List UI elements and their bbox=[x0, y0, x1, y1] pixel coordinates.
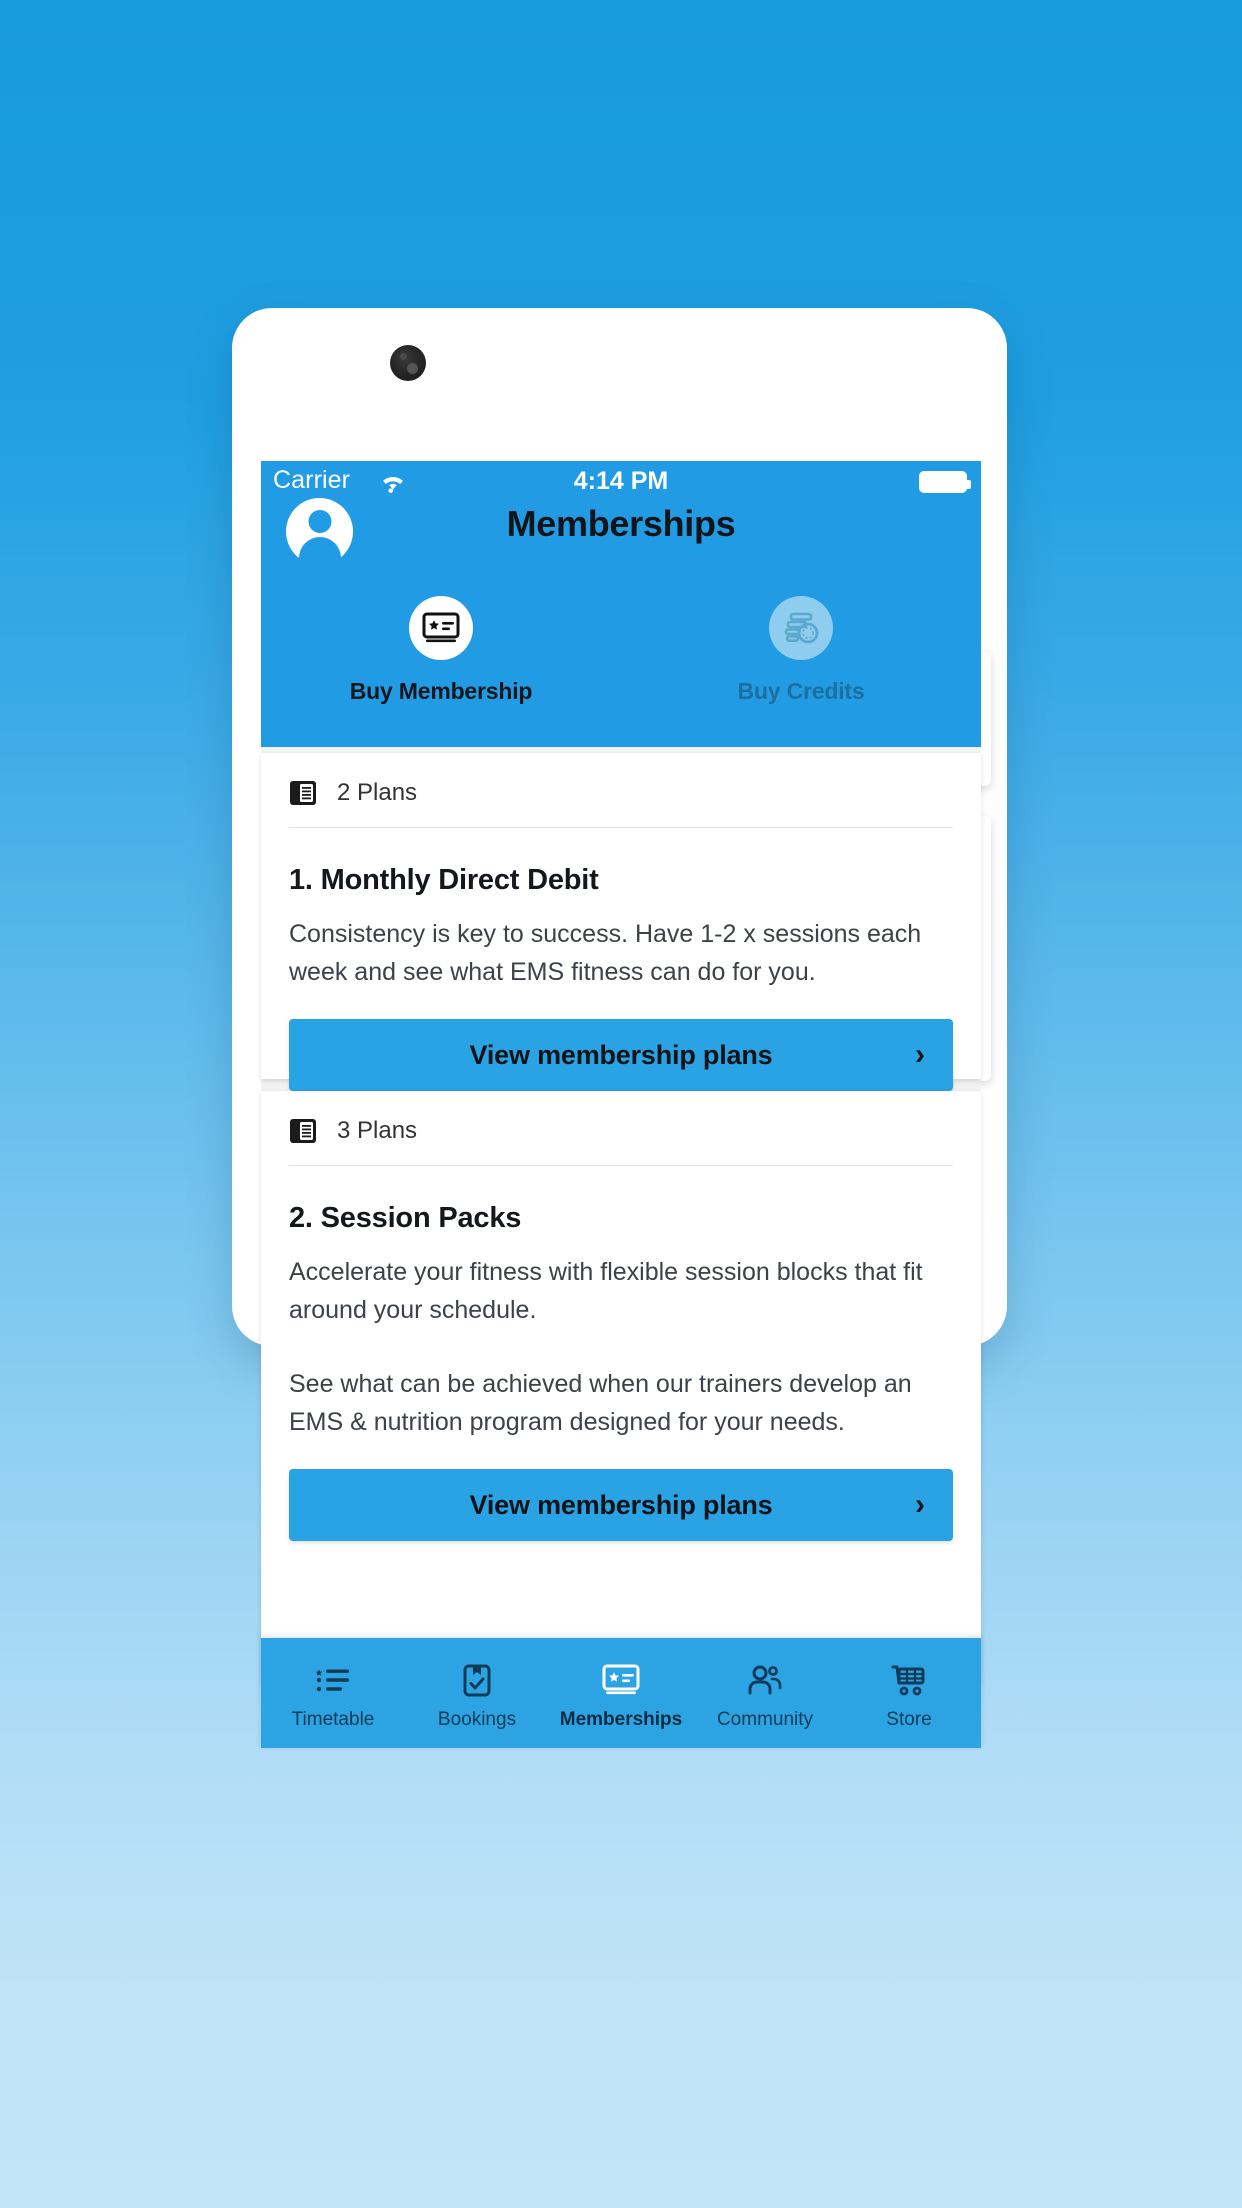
tab-bookings-label: Bookings bbox=[437, 1709, 517, 1730]
view-membership-plans-button[interactable]: View membership plans › bbox=[289, 1019, 953, 1091]
front-camera-icon bbox=[390, 345, 426, 381]
clipboard-check-icon bbox=[462, 1659, 492, 1701]
page-title: Memberships bbox=[506, 503, 736, 544]
tab-community-label: Community bbox=[716, 1709, 814, 1730]
plans-count-row: 2 Plans bbox=[261, 753, 981, 827]
tab-timetable-label: Timetable bbox=[291, 1709, 375, 1730]
credits-money-icon bbox=[784, 612, 819, 644]
tab-store-label: Store bbox=[886, 1709, 932, 1730]
plans-list-icon bbox=[290, 1119, 316, 1143]
plan-card: 3 Plans 2. Session Packs Accelerate your… bbox=[261, 1091, 981, 1683]
buy-membership-action[interactable]: Buy Membership bbox=[261, 596, 621, 705]
app-header: Carrier 4:14 PM Memberships Buy Membersh… bbox=[261, 461, 981, 747]
buy-credits-icon-circle bbox=[769, 596, 833, 660]
plan-description-secondary: See what can be achieved when our traine… bbox=[289, 1370, 912, 1436]
view-membership-plans-label: View membership plans bbox=[469, 1039, 773, 1070]
plans-count-label: 3 Plans bbox=[337, 1117, 418, 1144]
people-group-icon bbox=[747, 1659, 783, 1701]
view-membership-plans-button[interactable]: View membership plans › bbox=[289, 1469, 953, 1541]
tab-store[interactable]: Store bbox=[837, 1638, 981, 1748]
membership-card-icon bbox=[602, 1659, 640, 1701]
tab-bookings[interactable]: Bookings bbox=[405, 1638, 549, 1748]
plans-count-label: 2 Plans bbox=[337, 779, 418, 806]
plans-count-row: 3 Plans bbox=[261, 1091, 981, 1165]
buy-membership-icon-circle bbox=[409, 596, 473, 660]
app-screen: Carrier 4:14 PM Memberships Buy Membersh… bbox=[261, 461, 991, 1748]
tab-memberships[interactable]: Memberships bbox=[549, 1638, 693, 1748]
view-membership-plans-label: View membership plans bbox=[469, 1489, 773, 1520]
status-bar: Carrier 4:14 PM bbox=[261, 461, 981, 501]
plan-description: Accelerate your fitness with flexible se… bbox=[289, 1258, 923, 1324]
membership-card-icon bbox=[422, 612, 460, 643]
bottom-tab-bar: Timetable Bookings Memberships Community… bbox=[261, 1638, 981, 1748]
camera-sensor-dot bbox=[407, 363, 418, 374]
header-actions: Buy Membership Buy Credits bbox=[261, 596, 981, 705]
scroll-content[interactable]: 2 Plans 1. Monthly Direct Debit Consiste… bbox=[261, 747, 981, 1748]
buy-membership-label: Buy Membership bbox=[349, 678, 533, 704]
plans-list-icon bbox=[290, 781, 316, 805]
clock-label: 4:14 PM bbox=[573, 467, 669, 495]
timetable-list-icon bbox=[315, 1659, 351, 1701]
camera-lens-dot bbox=[400, 353, 407, 360]
plan-title: 1. Monthly Direct Debit bbox=[289, 864, 599, 896]
plan-card: 2 Plans 1. Monthly Direct Debit Consiste… bbox=[261, 753, 981, 1091]
battery-full-icon bbox=[919, 471, 971, 493]
buy-credits-label: Buy Credits bbox=[737, 678, 865, 704]
chevron-right-icon: › bbox=[915, 1488, 925, 1521]
buy-credits-action[interactable]: Buy Credits bbox=[621, 596, 981, 705]
plan-description: Consistency is key to success. Have 1-2 … bbox=[289, 920, 922, 986]
chevron-right-icon: › bbox=[915, 1038, 925, 1071]
tab-community[interactable]: Community bbox=[693, 1638, 837, 1748]
shopping-cart-icon bbox=[891, 1659, 927, 1701]
plan-title: 2. Session Packs bbox=[289, 1202, 522, 1234]
tab-memberships-label: Memberships bbox=[559, 1709, 683, 1730]
tab-timetable[interactable]: Timetable bbox=[261, 1638, 405, 1748]
